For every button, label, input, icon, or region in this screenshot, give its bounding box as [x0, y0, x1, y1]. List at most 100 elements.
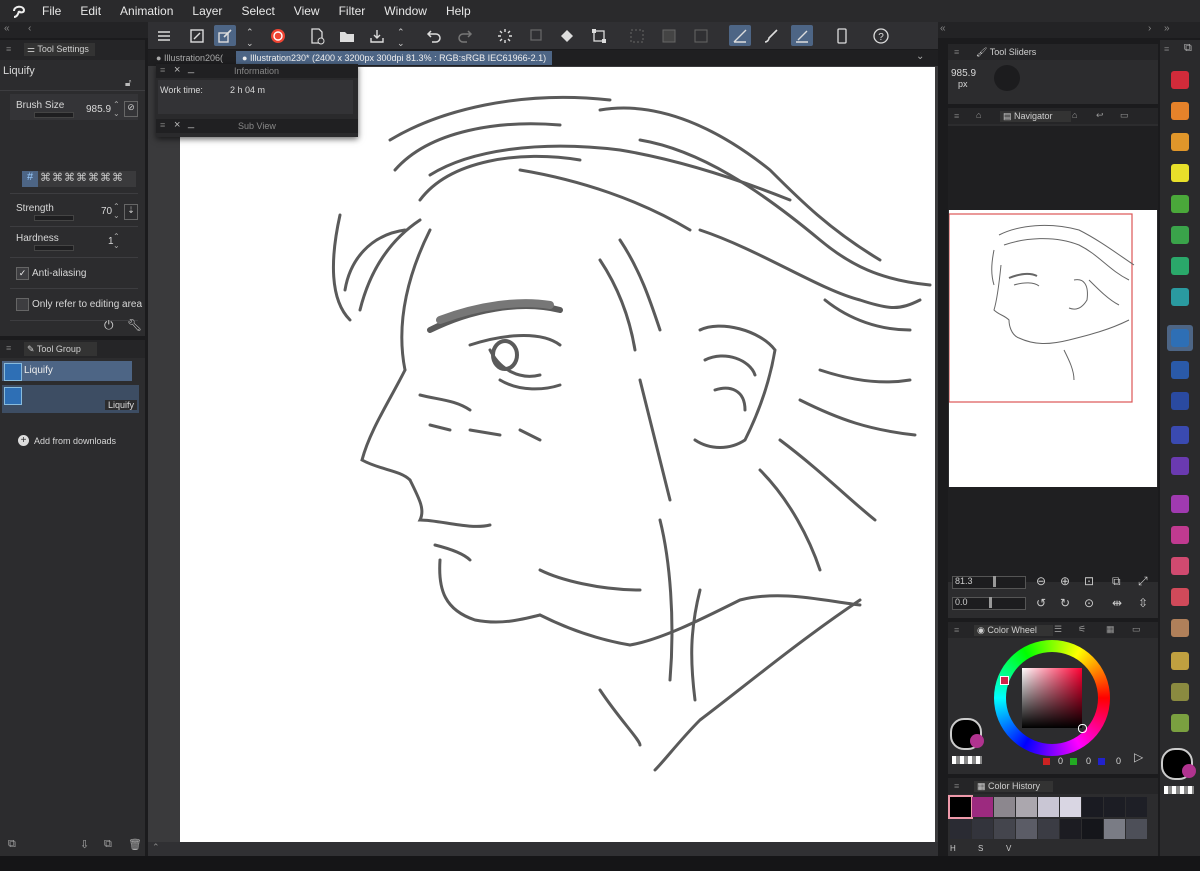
invert-selection-icon[interactable]	[658, 25, 680, 46]
liquify-shape-grid-icon[interactable]: #	[22, 171, 38, 187]
liquify-shape-icons[interactable]: ⌘⌘⌘⌘⌘⌘⌘	[40, 171, 124, 184]
saturation-value-square[interactable]	[1022, 668, 1082, 728]
drag-handle-icon[interactable]: ≡	[954, 625, 959, 635]
open-folder-icon[interactable]	[336, 25, 358, 46]
anti-aliasing-checkbox[interactable]: ✓	[16, 267, 29, 280]
color-history-swatch[interactable]	[1060, 797, 1081, 817]
tool-pen[interactable]	[1167, 67, 1193, 93]
tab-info-icon[interactable]: ▭	[1120, 110, 1129, 121]
color-history-swatch[interactable]	[948, 795, 973, 819]
color-history-swatch[interactable]	[1016, 797, 1037, 817]
close-icon[interactable]: ×	[174, 64, 180, 76]
selection-border-icon[interactable]	[690, 25, 712, 46]
menu-layer[interactable]: Layer	[192, 4, 222, 18]
tool-frame[interactable]	[1167, 522, 1193, 548]
color-history-swatch[interactable]	[1016, 819, 1037, 839]
flip-horizontal-icon[interactable]: ⇹	[1112, 596, 1122, 610]
minimize-icon[interactable]: _	[188, 62, 194, 74]
save-options-icon[interactable]: ⌃ ⌄	[397, 27, 405, 49]
tool-airbrush[interactable]	[1167, 160, 1193, 186]
edit-mode-icon[interactable]	[214, 25, 236, 46]
tool-eyedropper[interactable]	[1167, 710, 1193, 736]
drag-handle-icon[interactable]: ≡	[6, 44, 11, 54]
tool-fill[interactable]	[1167, 422, 1193, 448]
drag-handle-icon[interactable]: ≡	[1164, 44, 1169, 54]
menu-file[interactable]: File	[42, 4, 61, 18]
lock-icon[interactable]: 🔓︎	[125, 78, 131, 89]
menu-animation[interactable]: Animation	[120, 4, 173, 18]
tool-3d[interactable]	[1167, 491, 1193, 517]
sub-color-swatch[interactable]	[970, 734, 984, 748]
close-icon[interactable]: ×	[174, 119, 180, 131]
tool-blend[interactable]	[1167, 222, 1193, 248]
color-picker-handle[interactable]	[1078, 724, 1087, 733]
menu-view[interactable]: View	[294, 4, 320, 18]
tool-balloon[interactable]	[1167, 584, 1193, 610]
redo-icon[interactable]	[454, 25, 476, 46]
chevron-left-icon[interactable]: ‹	[28, 23, 31, 34]
expand-up-icon[interactable]: ⌃	[152, 842, 160, 853]
tab-color-slider-icon[interactable]: ☰	[1054, 624, 1062, 635]
loading-icon[interactable]	[494, 25, 516, 46]
tool-eraser[interactable]	[1167, 191, 1193, 217]
smartphone-icon[interactable]	[831, 25, 853, 46]
minimize-icon[interactable]: _	[188, 117, 194, 129]
strength-pressure-icon[interactable]: ⇣	[124, 204, 138, 220]
snap-ruler-icon[interactable]	[729, 25, 751, 46]
drag-handle-icon[interactable]: ≡	[160, 120, 165, 130]
menu-help[interactable]: Help	[446, 4, 471, 18]
color-history-swatch[interactable]	[950, 819, 971, 839]
wrench-icon[interactable]: 🔧︎	[127, 318, 142, 332]
tool-ruler[interactable]	[1167, 615, 1193, 641]
color-history-swatch[interactable]	[1038, 797, 1059, 817]
hardness-spinner[interactable]: ⌃ ⌄	[113, 232, 120, 250]
tab-tool-group[interactable]: ✎ Tool Group	[24, 342, 97, 356]
hardness-slider[interactable]	[34, 245, 74, 251]
new-canvas-icon[interactable]	[306, 25, 328, 46]
rotate-right-icon[interactable]: ↻	[1060, 596, 1070, 610]
palette-sub-color[interactable]	[1182, 764, 1196, 778]
brush-size-spinner[interactable]: ⌃ ⌄	[113, 100, 120, 118]
zoom-slider[interactable]: 81.3	[952, 576, 1026, 589]
drag-handle-icon[interactable]: ≡	[954, 111, 959, 121]
popup-icon[interactable]: ⧉	[1184, 42, 1192, 55]
rotation-slider[interactable]: 0.0	[952, 597, 1026, 610]
add-from-downloads-link[interactable]: Add from downloads	[34, 436, 116, 446]
copy-tool-icon[interactable]: ⧉	[104, 838, 112, 851]
drag-handle-icon[interactable]: ≡	[954, 47, 959, 57]
color-history-swatch[interactable]	[1060, 819, 1081, 839]
tab-tool-sliders[interactable]: 🖌︎ Tool Sliders	[976, 47, 1036, 58]
hue-ring[interactable]	[994, 640, 1110, 756]
rotate-left-icon[interactable]: ↺	[1036, 596, 1046, 610]
tab-intermediate-icon[interactable]: ⚟	[1078, 624, 1086, 635]
tool-slider-value[interactable]: 985.9	[951, 68, 976, 79]
pressure-icon[interactable]: ⊘	[124, 101, 138, 117]
editing-area-checkbox[interactable]	[16, 298, 29, 311]
tab-color-history[interactable]: ▦ Color History	[974, 781, 1053, 792]
tool-decoration[interactable]	[1167, 253, 1193, 279]
fit-navigator-icon[interactable]: ⧉	[1112, 574, 1121, 589]
menu-window[interactable]: Window	[384, 4, 427, 18]
tab-color-set-icon[interactable]: ▦	[1106, 624, 1115, 635]
companion-mode-icon[interactable]	[267, 25, 289, 46]
color-history-swatch[interactable]	[1104, 797, 1125, 817]
flip-vertical-icon[interactable]: ⇳	[1138, 596, 1148, 610]
tab-navigator[interactable]: ▤ Navigator	[1000, 111, 1071, 122]
tool-gradient[interactable]	[1167, 453, 1193, 479]
brush-icon[interactable]	[760, 25, 782, 46]
help-icon[interactable]: ?	[870, 25, 892, 46]
drag-handle-icon[interactable]: ≡	[160, 65, 165, 75]
transform-icon[interactable]	[588, 25, 610, 46]
fit-window-icon[interactable]: ⤢	[1138, 574, 1148, 589]
add-icon[interactable]: +	[18, 435, 29, 446]
fit-screen-icon[interactable]	[186, 25, 208, 46]
drawing-canvas[interactable]	[180, 67, 935, 842]
tab-history-icon[interactable]: ↩	[1096, 110, 1104, 121]
expand-right-icon[interactable]: »	[1164, 23, 1170, 34]
mode-toggle-icon[interactable]: ⌃ ⌄	[246, 27, 254, 49]
drag-handle-icon[interactable]: ≡	[954, 781, 959, 791]
color-history-swatch[interactable]	[972, 797, 993, 817]
tab-layer-property[interactable]: ⌂	[976, 110, 981, 120]
delete-icon[interactable]: 🗑︎	[128, 838, 142, 851]
brush-shape-row[interactable]: # ⌘⌘⌘⌘⌘⌘⌘	[22, 171, 136, 187]
